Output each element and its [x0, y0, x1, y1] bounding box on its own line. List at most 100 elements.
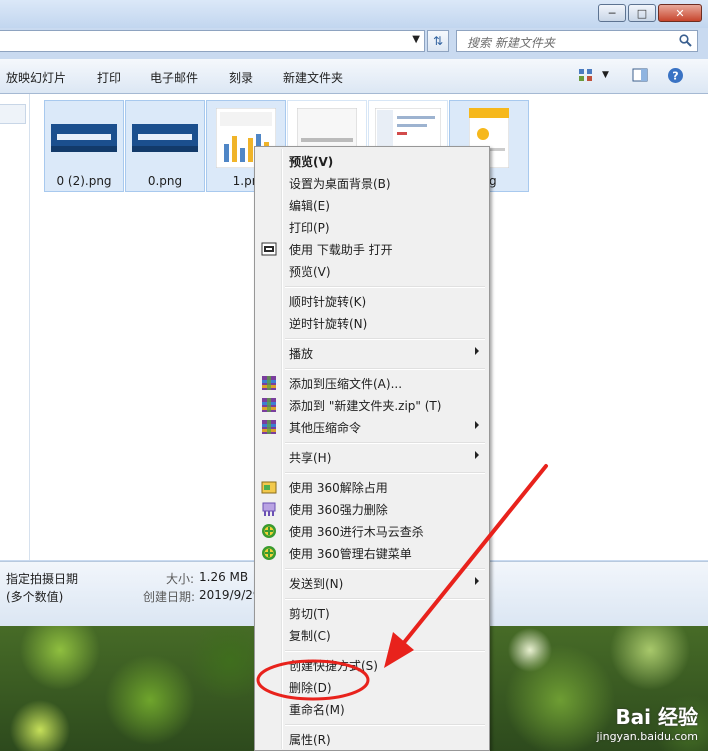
menu-item-label: 属性(R) [289, 733, 331, 747]
menu-item-print[interactable]: 打印(P) [257, 216, 487, 238]
menu-item-label: 其他压缩命令 [289, 421, 362, 435]
menu-separator [285, 472, 485, 474]
menu-item-cut[interactable]: 剪切(T) [257, 602, 487, 624]
menu-item-360-manage-context-menu[interactable]: 使用 360管理右键菜单 [257, 542, 487, 564]
menu-item-delete[interactable]: 删除(D) [257, 676, 487, 698]
menu-item-label: 添加到 "新建文件夹.zip" (T) [289, 399, 442, 413]
address-bar[interactable]: ▼ [0, 30, 425, 52]
navigation-pane[interactable] [0, 94, 30, 560]
maximize-icon: □ [636, 6, 648, 20]
menu-item-label: 添加到压缩文件(A)... [289, 377, 403, 391]
menu-item-label: 编辑(E) [289, 199, 330, 213]
slideshow-button[interactable]: 放映幻灯片 [6, 69, 66, 86]
menu-item-label: 播放 [289, 347, 314, 361]
caption-buttons: ─ □ ✕ [596, 4, 702, 22]
detail-created-label: 创建日期: [143, 590, 196, 604]
watermark-url: jingyan.baidu.com [596, 730, 698, 743]
winrar-icon [262, 398, 276, 412]
unlock-360-icon [261, 481, 277, 494]
menu-item-label: 共享(H) [289, 451, 332, 465]
menu-item-rotate-clockwise[interactable]: 顺时针旋转(K) [257, 290, 487, 312]
help-icon[interactable]: ? [667, 67, 684, 84]
menu-item-label: 打印(P) [289, 221, 330, 235]
submenu-arrow-icon [475, 451, 479, 459]
detail-multiple-values: (多个数值) [6, 590, 64, 604]
watermark-logo: Bai 经验 [615, 705, 698, 729]
shield-360-icon [262, 546, 276, 560]
menu-item-label: 剪切(T) [289, 607, 330, 621]
context-menu: 预览(V) 设置为桌面背景(B) 编辑(E) 打印(P) 使用 下载助手 打开 … [254, 146, 490, 751]
refresh-button[interactable]: ⇅ [427, 30, 449, 52]
detail-size-label: 大小: [166, 572, 195, 586]
search-placeholder: 搜索 新建文件夹 [467, 36, 555, 50]
menu-separator [285, 568, 485, 570]
title-bar: ─ □ ✕ [0, 0, 708, 28]
menu-item-edit[interactable]: 编辑(E) [257, 194, 487, 216]
menu-item-360-trojan-scan[interactable]: 使用 360进行木马云查杀 [257, 520, 487, 542]
watermark: Bai 经验 jingyan.baidu.com [596, 701, 698, 743]
menu-separator [285, 368, 485, 370]
menu-item-share[interactable]: 共享(H) [257, 446, 487, 468]
menu-item-label: 删除(D) [289, 681, 332, 695]
menu-item-set-wallpaper[interactable]: 设置为桌面背景(B) [257, 172, 487, 194]
navigation-selected-item[interactable] [0, 104, 26, 124]
maximize-button[interactable]: □ [628, 4, 656, 22]
menu-item-rotate-counterclockwise[interactable]: 逆时针旋转(N) [257, 312, 487, 334]
submenu-arrow-icon [475, 577, 479, 585]
menu-separator [285, 650, 485, 652]
menu-item-label: 使用 360管理右键菜单 [289, 547, 412, 561]
print-button[interactable]: 打印 [97, 69, 121, 86]
menu-item-360-unlock[interactable]: 使用 360解除占用 [257, 476, 487, 498]
menu-separator [285, 724, 485, 726]
menu-item-copy[interactable]: 复制(C) [257, 624, 487, 646]
file-thumbnail[interactable]: 0 (2).png [44, 100, 124, 192]
close-button[interactable]: ✕ [658, 4, 702, 22]
search-box[interactable]: 搜索 新建文件夹 [456, 30, 698, 52]
menu-item-label: 设置为桌面背景(B) [289, 177, 391, 191]
refresh-icon: ⇅ [432, 34, 444, 48]
detail-date-taken-label: 指定拍摄日期 [6, 572, 79, 586]
menu-separator [285, 338, 485, 340]
menu-item-other-compress-commands[interactable]: 其他压缩命令 [257, 416, 487, 438]
menu-item-preview[interactable]: 预览(V) [257, 260, 487, 282]
detail-size-value: 1.26 MB [199, 570, 249, 584]
menu-item-preview-default[interactable]: 预览(V) [257, 150, 487, 172]
download-helper-icon [261, 242, 277, 256]
menu-item-create-shortcut[interactable]: 创建快捷方式(S) [257, 654, 487, 676]
detail-created-value: 2019/9/29 [199, 588, 254, 602]
file-name: 0.png [147, 174, 183, 188]
email-button[interactable]: 电子邮件 [150, 69, 198, 86]
file-name: 0 (2).png [56, 174, 112, 188]
menu-item-360-force-delete[interactable]: 使用 360强力删除 [257, 498, 487, 520]
menu-item-label: 使用 360解除占用 [289, 481, 388, 495]
view-dropdown-icon[interactable]: ▼ [602, 70, 609, 80]
minimize-button[interactable]: ─ [598, 4, 626, 22]
view-options-icon[interactable] [578, 67, 594, 83]
preview-pane-icon[interactable] [632, 67, 648, 83]
shred-360-icon [262, 502, 276, 516]
menu-item-label: 复制(C) [289, 629, 331, 643]
menu-item-label: 预览(V) [289, 155, 334, 169]
burn-button[interactable]: 刻录 [229, 69, 253, 86]
menu-item-label: 创建快捷方式(S) [289, 659, 378, 673]
address-dropdown-icon[interactable]: ▼ [412, 34, 420, 45]
menu-item-open-with-download-helper[interactable]: 使用 下载助手 打开 [257, 238, 487, 260]
image-preview [132, 107, 198, 169]
file-thumbnail[interactable]: 0.png [125, 100, 205, 192]
menu-item-label: 预览(V) [289, 265, 331, 279]
menu-item-label: 使用 360进行木马云查杀 [289, 525, 424, 539]
menu-separator [285, 442, 485, 444]
winrar-icon [262, 376, 276, 390]
menu-item-rename[interactable]: 重命名(M) [257, 698, 487, 720]
winrar-icon [262, 420, 276, 434]
search-icon[interactable] [679, 34, 692, 47]
menu-item-label: 使用 360强力删除 [289, 503, 388, 517]
menu-item-add-to-zip[interactable]: 添加到 "新建文件夹.zip" (T) [257, 394, 487, 416]
menu-item-play[interactable]: 播放 [257, 342, 487, 364]
menu-item-label: 使用 下载助手 打开 [289, 243, 393, 257]
menu-item-add-to-archive[interactable]: 添加到压缩文件(A)... [257, 372, 487, 394]
menu-item-properties[interactable]: 属性(R) [257, 728, 487, 750]
minimize-icon: ─ [608, 6, 616, 20]
menu-item-send-to[interactable]: 发送到(N) [257, 572, 487, 594]
new-folder-button[interactable]: 新建文件夹 [283, 69, 343, 86]
